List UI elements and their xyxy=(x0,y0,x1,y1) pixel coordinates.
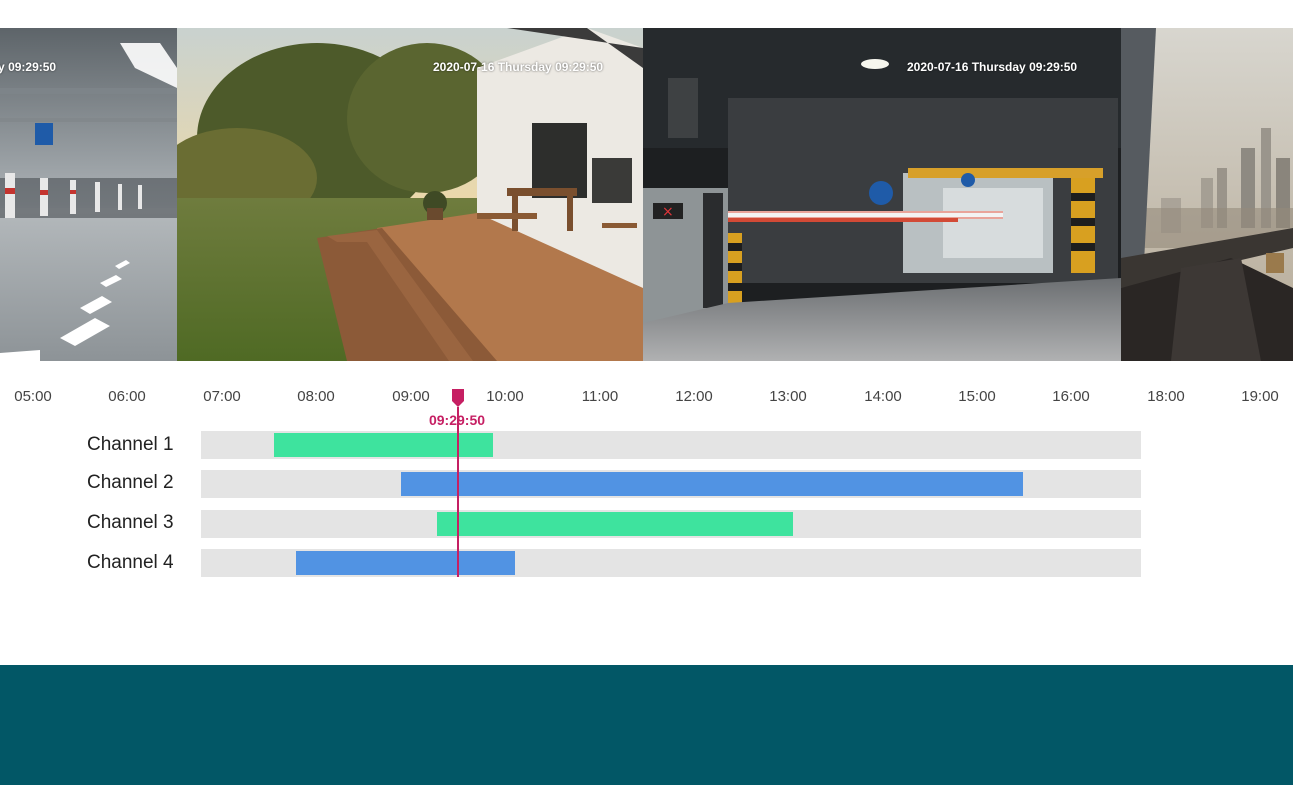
recording-segment[interactable] xyxy=(274,433,493,457)
camera-timestamp: 2020-07-16 Thursday 09:29:50 xyxy=(0,60,57,74)
barrier-camera-image: × xyxy=(643,28,1121,361)
recording-segment[interactable] xyxy=(437,512,793,536)
channel-label: Channel 4 xyxy=(87,552,174,573)
timeline-ruler[interactable]: 05:00 06:00 07:00 08:00 09:00 10:00 11:0… xyxy=(0,388,1293,408)
camera-view-barrier[interactable]: × 2020-07-16 Thursday 09:29:50 xyxy=(643,28,1121,361)
time-tick: 12:00 xyxy=(675,388,713,405)
camera-timestamp: 2020-07-16 Thursday 09:29:50 xyxy=(907,60,1078,74)
playhead-handle-icon[interactable] xyxy=(452,389,464,407)
channel-track-2[interactable] xyxy=(201,470,1141,498)
garage-camera-image xyxy=(0,28,177,361)
channel-label: Channel 1 xyxy=(87,434,174,455)
time-tick: 16:00 xyxy=(1052,388,1090,405)
channel-label: Channel 3 xyxy=(87,512,174,533)
channel-track-3[interactable] xyxy=(201,510,1141,538)
recording-segment[interactable] xyxy=(296,551,515,575)
time-tick: 09:00 xyxy=(392,388,430,405)
time-tick: 10:00 xyxy=(486,388,524,405)
camera-view-patio[interactable]: 2020-07-16 Thursday 09:29:50 xyxy=(177,28,643,361)
recording-segment[interactable] xyxy=(401,472,1023,496)
time-tick: 15:00 xyxy=(958,388,996,405)
time-tick: 05:00 xyxy=(14,388,52,405)
time-tick: 13:00 xyxy=(769,388,807,405)
channel-label: Channel 2 xyxy=(87,472,174,493)
channel-track-4[interactable] xyxy=(201,549,1141,577)
channel-track-1[interactable] xyxy=(201,431,1141,459)
rooftop-camera-image xyxy=(1121,28,1293,361)
time-tick: 19:00 xyxy=(1241,388,1279,405)
time-tick: 14:00 xyxy=(864,388,902,405)
svg-text:×: × xyxy=(662,204,674,220)
time-tick: 18:00 xyxy=(1147,388,1185,405)
time-tick: 06:00 xyxy=(108,388,146,405)
camera-view-garage[interactable]: 2020-07-16 Thursday 09:29:50 xyxy=(0,28,177,361)
time-tick: 07:00 xyxy=(203,388,241,405)
camera-view-rooftop[interactable] xyxy=(1121,28,1293,361)
camera-timestamp: 2020-07-16 Thursday 09:29:50 xyxy=(433,60,604,74)
time-tick: 11:00 xyxy=(581,388,619,405)
patio-camera-image xyxy=(177,28,643,361)
footer-band xyxy=(0,665,1293,785)
time-tick: 08:00 xyxy=(297,388,335,405)
playhead-line[interactable] xyxy=(457,407,459,577)
camera-preview-strip: 2020-07-16 Thursday 09:29:50 xyxy=(0,28,1293,361)
